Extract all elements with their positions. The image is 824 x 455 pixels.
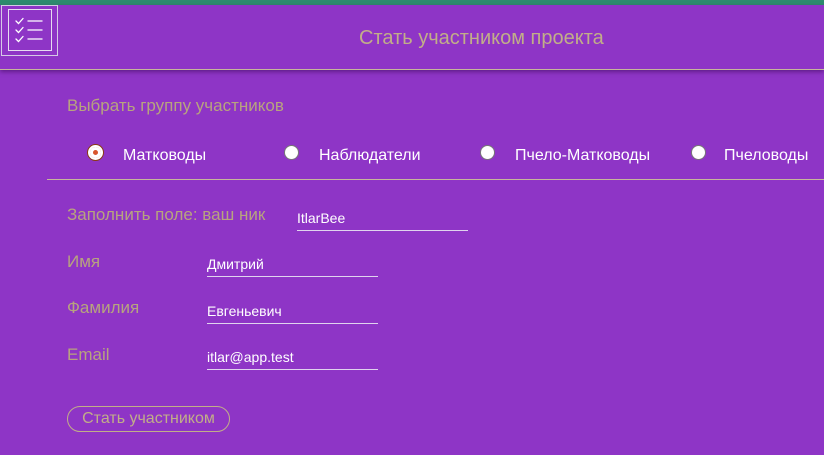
first-name-input[interactable]: [207, 251, 378, 277]
group-select-label: Выбрать группу участников: [67, 96, 284, 115]
radio-label: Наблюдатели: [319, 147, 421, 164]
email-label: Email: [67, 345, 110, 364]
checklist-icon: [15, 17, 43, 43]
menu-button[interactable]: [1, 5, 58, 56]
become-member-button[interactable]: Стать участником: [67, 406, 230, 432]
radio-label: Пчеловоды: [724, 147, 809, 164]
nick-input[interactable]: [297, 205, 468, 231]
menu-button-frame: [8, 9, 52, 51]
first-name-label: Имя: [67, 252, 101, 271]
group-radio-row: Матководы Наблюдатели Пчело-Матководы Пч…: [0, 140, 824, 170]
radio-option-pchelo-matkovody[interactable]: Пчело-Матководы: [480, 140, 670, 170]
radio-button-checked[interactable]: [88, 145, 103, 160]
radio-label: Пчело-Матководы: [515, 147, 651, 164]
nick-label: Заполнить поле: ваш ник: [67, 205, 266, 224]
last-name-label: Фамилия: [67, 298, 140, 317]
section-divider: [47, 179, 824, 180]
last-name-input[interactable]: [207, 298, 378, 324]
radio-button[interactable]: [691, 145, 706, 160]
radio-option-pchelovody[interactable]: Пчеловоды: [691, 140, 821, 170]
radio-option-nablyudateli[interactable]: Наблюдатели: [284, 140, 444, 170]
email-input[interactable]: [207, 344, 378, 370]
page-title: Стать участником проекта: [359, 27, 604, 49]
radio-label: Матководы: [123, 147, 207, 164]
radio-button[interactable]: [284, 145, 299, 160]
radio-button[interactable]: [480, 145, 495, 160]
radio-option-matkovody[interactable]: Матководы: [88, 140, 228, 170]
app-header: Стать участником проекта: [0, 5, 824, 70]
